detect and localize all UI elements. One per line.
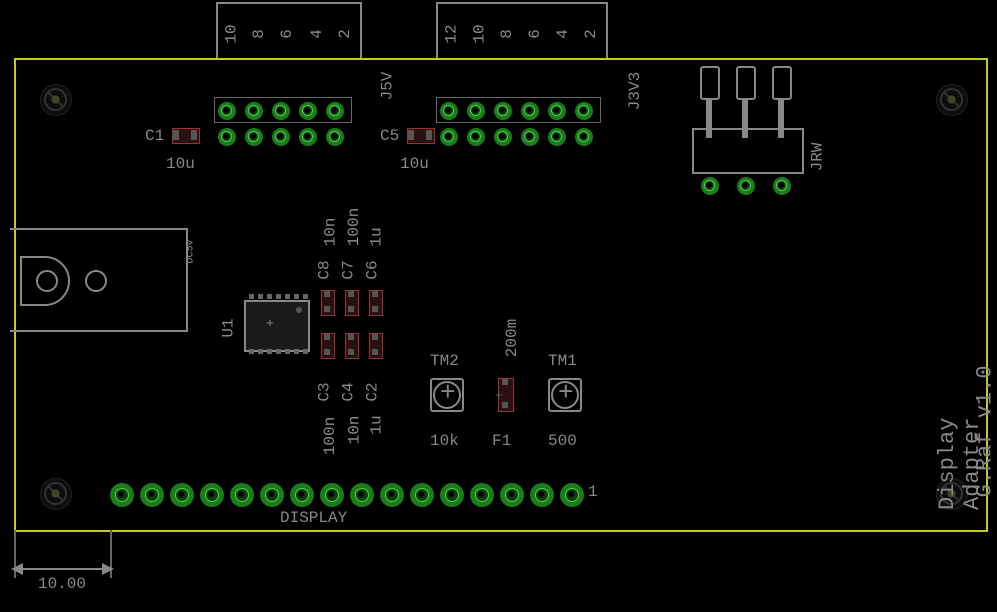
- dimension-line: [16, 568, 112, 570]
- pin-label: 6: [526, 29, 544, 39]
- cap-label: C6: [364, 260, 382, 279]
- pin-label: 2: [336, 29, 354, 39]
- pad: [410, 483, 434, 507]
- mount-hole-tl: [40, 84, 72, 116]
- pad: [467, 128, 485, 146]
- cap-label: C7: [340, 260, 358, 279]
- cap-label: C4: [340, 382, 358, 401]
- pad: [110, 483, 134, 507]
- pad: [575, 128, 593, 146]
- pad: [260, 483, 284, 507]
- pad: [272, 128, 290, 146]
- title2: G.Raf v1.0: [973, 318, 997, 498]
- pad: [440, 128, 458, 146]
- pad: [200, 483, 224, 507]
- cap-val: 100n: [345, 208, 363, 246]
- pin-label: 6: [278, 29, 296, 39]
- pad: [560, 483, 584, 507]
- dc5v-label: DC5V: [186, 239, 197, 263]
- pad: [218, 128, 236, 146]
- pad: [245, 128, 263, 146]
- cap-val: 1u: [368, 415, 386, 434]
- pin-label: 10: [223, 24, 241, 43]
- pin-label: 8: [498, 29, 516, 39]
- cap-val: 100n: [321, 417, 339, 455]
- j3v3-label: J3V3: [626, 72, 644, 110]
- pad: [440, 483, 464, 507]
- pad: [380, 483, 404, 507]
- pin-label: 4: [554, 29, 572, 39]
- pin-label: 8: [250, 29, 268, 39]
- cap-val: 10n: [345, 416, 363, 445]
- cap-label: C3: [316, 382, 334, 401]
- mount-hole-tr: [936, 84, 968, 116]
- pad: [326, 128, 344, 146]
- pin-label: 12: [443, 24, 461, 43]
- pad: [548, 128, 566, 146]
- mount-hole-bl: [40, 478, 72, 510]
- pad: [350, 483, 374, 507]
- pad: [530, 483, 554, 507]
- display-label: DISPLAY: [280, 509, 347, 527]
- pad: [500, 483, 524, 507]
- pad: [470, 483, 494, 507]
- pad: [140, 483, 164, 507]
- cap-val: 1u: [368, 227, 386, 246]
- pin-label: 2: [582, 29, 600, 39]
- cap-val: 10n: [321, 218, 339, 247]
- pad: [290, 483, 314, 507]
- j5v-label: J5V: [378, 72, 396, 101]
- cap-label: C8: [316, 260, 334, 279]
- pad: [521, 128, 539, 146]
- display-pin1: 1: [588, 483, 598, 501]
- pad: [230, 483, 254, 507]
- cap-label: C2: [364, 382, 382, 401]
- pad: [320, 483, 344, 507]
- pin-label: 10: [471, 24, 489, 43]
- pin1-marker: [296, 307, 302, 313]
- pad: [170, 483, 194, 507]
- pin-label: 4: [308, 29, 326, 39]
- dimension-value: 10.00: [38, 575, 86, 593]
- jrw-label: JRW: [808, 143, 826, 172]
- pad: [494, 128, 512, 146]
- pad: [299, 128, 317, 146]
